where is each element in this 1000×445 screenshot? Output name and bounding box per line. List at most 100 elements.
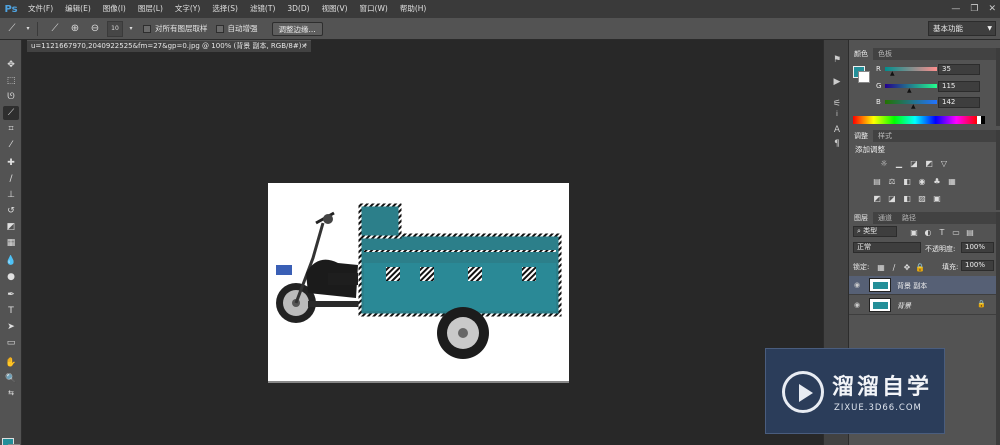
tab-layers[interactable]: 图层	[849, 212, 873, 224]
marquee-tool-icon[interactable]: ⬚	[3, 74, 19, 88]
eye-icon[interactable]: ◉	[854, 301, 860, 309]
refine-edge-button[interactable]: 调整边缘...	[271, 21, 323, 36]
menu-help[interactable]: 帮助(H)	[394, 0, 433, 18]
swap-colors-icon[interactable]: ⇆	[3, 386, 19, 400]
filter-type-icon[interactable]: T	[937, 227, 947, 237]
paragraph-icon[interactable]: ¶	[831, 138, 843, 150]
tab-color[interactable]: 颜色	[849, 48, 873, 60]
blue-slider-thumb-icon[interactable]: ▲	[911, 103, 916, 110]
tab-swatches[interactable]: 色板	[873, 48, 897, 60]
healing-brush-tool-icon[interactable]: ✚	[3, 156, 19, 170]
black-white-ramp[interactable]	[977, 116, 985, 124]
type-tool-icon[interactable]: T	[3, 304, 19, 318]
color-spectrum-bar[interactable]	[853, 116, 977, 124]
menu-window[interactable]: 窗口(W)	[354, 0, 394, 18]
color-balance-icon[interactable]: ⚖	[887, 176, 897, 186]
eraser-tool-icon[interactable]: ◩	[3, 220, 19, 234]
opacity-field[interactable]: 100%	[961, 242, 994, 253]
gradient-tool-icon[interactable]: ▦	[3, 236, 19, 250]
rectangle-tool-icon[interactable]: ▭	[3, 336, 19, 350]
menu-edit[interactable]: 编辑(E)	[59, 0, 97, 18]
lock-transparent-icon[interactable]: ▦	[876, 262, 886, 272]
path-selection-tool-icon[interactable]: ➤	[3, 320, 19, 334]
green-slider-thumb-icon[interactable]: ▲	[907, 87, 912, 94]
gradient-map-icon[interactable]: ▨	[917, 193, 927, 203]
menu-select[interactable]: 选择(S)	[206, 0, 244, 18]
layer-filter-select[interactable]: ⌕ 类型	[853, 226, 897, 237]
history-icon[interactable]: ⚑	[831, 54, 843, 66]
blur-tool-icon[interactable]: 💧	[3, 254, 19, 268]
eyedropper-tool-icon[interactable]: ⁄	[3, 138, 19, 152]
blue-value-field[interactable]: 142	[938, 97, 980, 108]
layer-name[interactable]: 背景 副本	[897, 281, 927, 291]
tab-styles[interactable]: 样式	[873, 130, 897, 142]
close-tab-icon[interactable]: ×	[301, 41, 307, 52]
menu-3d[interactable]: 3D(D)	[281, 0, 315, 18]
lock-position-icon[interactable]: ✥	[902, 262, 912, 272]
hue-saturation-icon[interactable]: ▤	[872, 176, 882, 186]
levels-icon[interactable]: ▁	[894, 158, 904, 168]
layer-name[interactable]: 背景	[897, 301, 911, 311]
color-panel-scrollbar[interactable]	[996, 48, 1000, 126]
zoom-tool-icon[interactable]: 🔍	[3, 372, 19, 386]
sample-all-layers-checkbox[interactable]	[143, 24, 151, 33]
subtract-from-selection-icon[interactable]: ⊖	[87, 21, 103, 37]
lock-all-icon[interactable]: 🔒	[915, 262, 925, 272]
brush-size-picker[interactable]: 10	[107, 20, 123, 37]
lasso-tool-icon[interactable]: ᘎ	[3, 90, 19, 104]
tab-paths[interactable]: 路径	[897, 212, 921, 224]
red-slider-thumb-icon[interactable]: ▲	[890, 70, 895, 77]
menu-image[interactable]: 图像(I)	[97, 0, 132, 18]
tab-adjustments[interactable]: 调整	[849, 130, 873, 142]
hand-tool-icon[interactable]: ✋	[3, 356, 19, 370]
blend-mode-select[interactable]: 正常	[853, 242, 921, 253]
lock-pixels-icon[interactable]: ∕	[889, 262, 899, 272]
posterize-icon[interactable]: ◪	[887, 193, 897, 203]
curves-icon[interactable]: ◪	[909, 158, 919, 168]
pen-tool-icon[interactable]: ✒	[3, 288, 19, 302]
tab-channels[interactable]: 通道	[873, 212, 897, 224]
minimize-icon[interactable]: —	[951, 4, 960, 14]
adjustments-panel-scrollbar[interactable]	[996, 130, 1000, 210]
menu-file[interactable]: 文件(F)	[22, 0, 59, 18]
invert-icon[interactable]: ◩	[872, 193, 882, 203]
add-to-selection-icon[interactable]: ⊕	[67, 21, 83, 37]
photo-filter-icon[interactable]: ◉	[917, 176, 927, 186]
menu-type[interactable]: 文字(Y)	[169, 0, 206, 18]
quick-selection-tool-icon[interactable]: ⟋	[3, 106, 19, 120]
quick-selection-tool-icon[interactable]: ⟋	[4, 21, 20, 37]
document-canvas[interactable]	[268, 183, 569, 383]
filter-smart-object-icon[interactable]: ▤	[965, 227, 975, 237]
menu-layer[interactable]: 图层(L)	[132, 0, 169, 18]
layer-row[interactable]: ◉ 背景 副本	[849, 276, 996, 295]
info-icon[interactable]: i	[831, 108, 843, 120]
exposure-icon[interactable]: ◩	[924, 158, 934, 168]
canvas-area[interactable]	[23, 52, 823, 445]
document-tab[interactable]: u=1121667970,2040922525&fm=27&gp=0.jpg @…	[27, 40, 311, 52]
layer-row[interactable]: ◉ 背景 🔒	[849, 296, 996, 315]
layers-panel-scrollbar[interactable]	[996, 212, 1000, 445]
restore-icon[interactable]: ❐	[970, 4, 978, 14]
tool-preset-dropdown-icon[interactable]: ▾	[24, 21, 32, 37]
threshold-icon[interactable]: ◧	[902, 193, 912, 203]
character-icon[interactable]: A	[831, 124, 843, 136]
menu-view[interactable]: 视图(V)	[316, 0, 354, 18]
color-lookup-icon[interactable]: ▦	[947, 176, 957, 186]
selective-color-icon[interactable]: ▣	[932, 193, 942, 203]
brush-tool-icon[interactable]: ∕	[3, 172, 19, 186]
dodge-tool-icon[interactable]: ●	[3, 270, 19, 284]
fill-field[interactable]: 100%	[961, 260, 994, 271]
brush-dropdown-icon[interactable]: ▾	[127, 21, 135, 37]
brightness-icon[interactable]: ☼	[879, 158, 889, 168]
vibrance-icon[interactable]: ▽	[939, 158, 949, 168]
workspace-select[interactable]: 基本功能 ▼	[928, 21, 996, 36]
black-white-icon[interactable]: ◧	[902, 176, 912, 186]
new-selection-icon[interactable]: ⟋	[47, 21, 63, 37]
green-value-field[interactable]: 115	[938, 81, 980, 92]
close-icon[interactable]: ✕	[988, 4, 996, 14]
red-value-field[interactable]: 35	[938, 64, 980, 75]
clone-stamp-tool-icon[interactable]: ⊥	[3, 188, 19, 202]
eye-icon[interactable]: ◉	[854, 281, 860, 289]
color-panel-background-swatch[interactable]	[858, 71, 870, 83]
filter-adjustment-icon[interactable]: ◐	[923, 227, 933, 237]
